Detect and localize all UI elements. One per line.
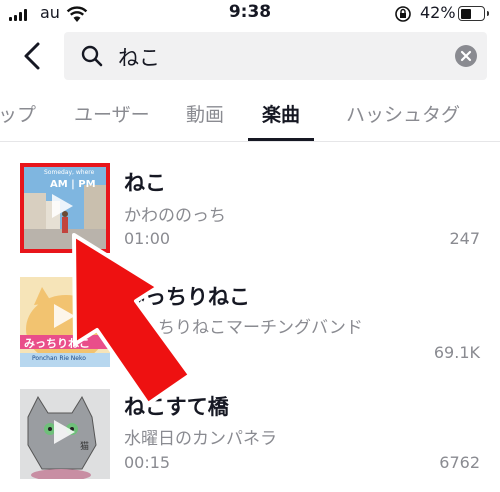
search-input[interactable]: ねこ bbox=[64, 32, 487, 80]
search-tabs: ップ ユーザー 動画 楽曲 ハッシュタグ bbox=[0, 90, 500, 142]
use-count: 6762 bbox=[439, 453, 480, 472]
tab-users[interactable]: ユーザー bbox=[74, 100, 150, 127]
play-icon[interactable] bbox=[46, 191, 76, 221]
tab-top[interactable]: ップ bbox=[0, 100, 36, 127]
song-row[interactable]: みっちりねこ Ponchan Rie Neko みっちりねこ みっちりねこマーチ… bbox=[0, 273, 500, 373]
tab-music[interactable]: 楽曲 bbox=[262, 100, 300, 127]
back-icon[interactable] bbox=[18, 40, 48, 72]
battery-percentage: 42% bbox=[420, 3, 456, 22]
search-query[interactable]: ねこ bbox=[118, 42, 160, 72]
tab-hashtags[interactable]: ハッシュタグ bbox=[346, 100, 460, 127]
play-icon[interactable] bbox=[48, 301, 78, 331]
use-count: 69.1K bbox=[433, 343, 480, 362]
album-cover[interactable]: Someday, where AM | PM bbox=[20, 163, 110, 253]
search-icon bbox=[81, 45, 103, 67]
song-artist: かわののっち bbox=[124, 206, 226, 226]
album-cover[interactable]: 猫 bbox=[20, 389, 110, 479]
song-row[interactable]: 猫 ねこすて橋 水曜日のカンパネラ 00:15 6762 bbox=[0, 387, 500, 487]
active-tab-indicator bbox=[248, 138, 314, 141]
song-title: ねこすて橋 bbox=[124, 395, 229, 419]
song-row[interactable]: Someday, where AM | PM ねこ かわののっち 01:00 2… bbox=[0, 163, 500, 263]
album-cover[interactable]: みっちりねこ Ponchan Rie Neko bbox=[20, 277, 110, 367]
use-count: 247 bbox=[449, 229, 480, 248]
status-bar: au 9:38 42% bbox=[0, 0, 500, 30]
song-duration: 00:15 bbox=[124, 453, 171, 472]
battery-icon bbox=[458, 6, 489, 21]
clear-icon[interactable] bbox=[455, 45, 477, 67]
song-duration: 01:00 bbox=[124, 229, 171, 248]
tab-videos[interactable]: 動画 bbox=[186, 100, 224, 127]
play-icon[interactable] bbox=[48, 417, 78, 447]
song-title: みっちりねこ bbox=[124, 285, 250, 309]
orientation-lock-icon bbox=[395, 6, 411, 22]
song-artist: みっちりねこマーチングバンド bbox=[124, 318, 363, 338]
song-title: ねこ bbox=[124, 171, 166, 195]
song-artist: 水曜日のカンパネラ bbox=[124, 429, 277, 449]
